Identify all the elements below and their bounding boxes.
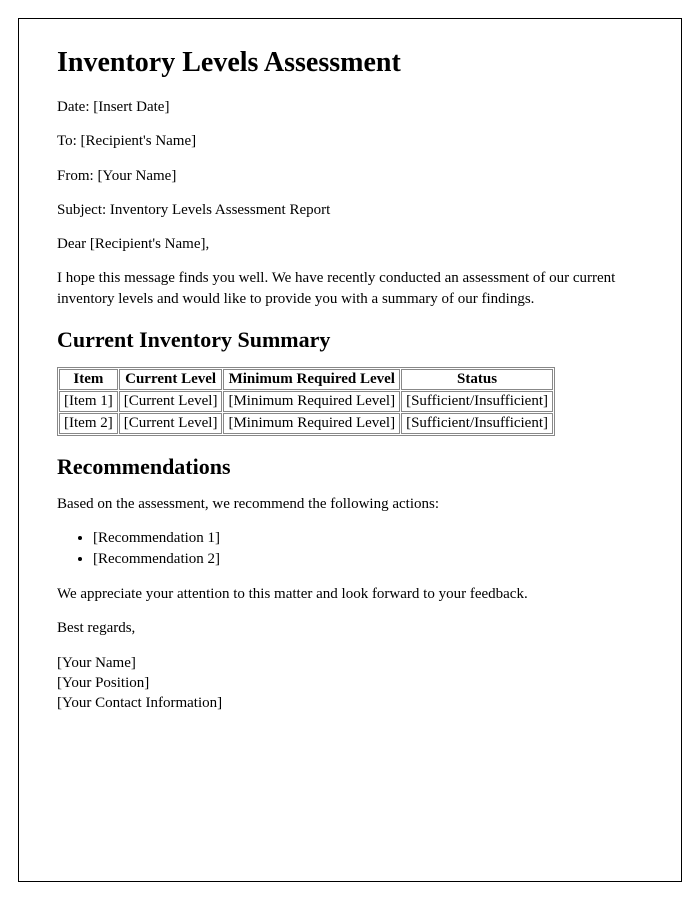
cell-min: [Minimum Required Level] [223, 413, 400, 434]
list-item: [Recommendation 2] [93, 549, 643, 570]
recommendations-list: [Recommendation 1] [Recommendation 2] [93, 528, 643, 570]
table-row: [Item 1] [Current Level] [Minimum Requir… [59, 391, 553, 412]
closing-paragraph: We appreciate your attention to this mat… [57, 584, 643, 604]
col-status: Status [401, 369, 553, 390]
date-value: [Insert Date] [93, 99, 169, 115]
to-value: [Recipient's Name] [81, 133, 197, 149]
to-label: To: [57, 133, 81, 149]
from-value: [Your Name] [97, 168, 176, 184]
signature-block: [Your Name] [Your Position] [Your Contac… [57, 653, 643, 714]
signoff: Best regards, [57, 618, 643, 638]
signature-position: [Your Position] [57, 673, 643, 693]
cell-item: [Item 2] [59, 413, 118, 434]
subject-value: Inventory Levels Assessment Report [110, 202, 330, 218]
table-row: [Item 2] [Current Level] [Minimum Requir… [59, 413, 553, 434]
inventory-table: Item Current Level Minimum Required Leve… [57, 367, 555, 436]
date-label: Date: [57, 99, 93, 115]
cell-min: [Minimum Required Level] [223, 391, 400, 412]
salutation: Dear [Recipient's Name], [57, 234, 643, 254]
col-current-level: Current Level [119, 369, 223, 390]
list-item: [Recommendation 1] [93, 528, 643, 549]
summary-heading: Current Inventory Summary [57, 327, 643, 353]
from-label: From: [57, 168, 97, 184]
date-line: Date: [Insert Date] [57, 97, 643, 117]
document-page: Inventory Levels Assessment Date: [Inser… [18, 18, 682, 882]
col-item: Item [59, 369, 118, 390]
page-title: Inventory Levels Assessment [57, 47, 643, 79]
signature-contact: [Your Contact Information] [57, 693, 643, 713]
col-min-level: Minimum Required Level [223, 369, 400, 390]
cell-current: [Current Level] [119, 413, 223, 434]
cell-status: [Sufficient/Insufficient] [401, 413, 553, 434]
intro-paragraph: I hope this message finds you well. We h… [57, 268, 643, 309]
subject-line: Subject: Inventory Levels Assessment Rep… [57, 200, 643, 220]
subject-label: Subject: [57, 202, 110, 218]
signature-name: [Your Name] [57, 653, 643, 673]
cell-item: [Item 1] [59, 391, 118, 412]
recommendations-heading: Recommendations [57, 454, 643, 480]
from-line: From: [Your Name] [57, 166, 643, 186]
table-header-row: Item Current Level Minimum Required Leve… [59, 369, 553, 390]
recommendations-intro: Based on the assessment, we recommend th… [57, 494, 643, 514]
cell-status: [Sufficient/Insufficient] [401, 391, 553, 412]
cell-current: [Current Level] [119, 391, 223, 412]
to-line: To: [Recipient's Name] [57, 131, 643, 151]
